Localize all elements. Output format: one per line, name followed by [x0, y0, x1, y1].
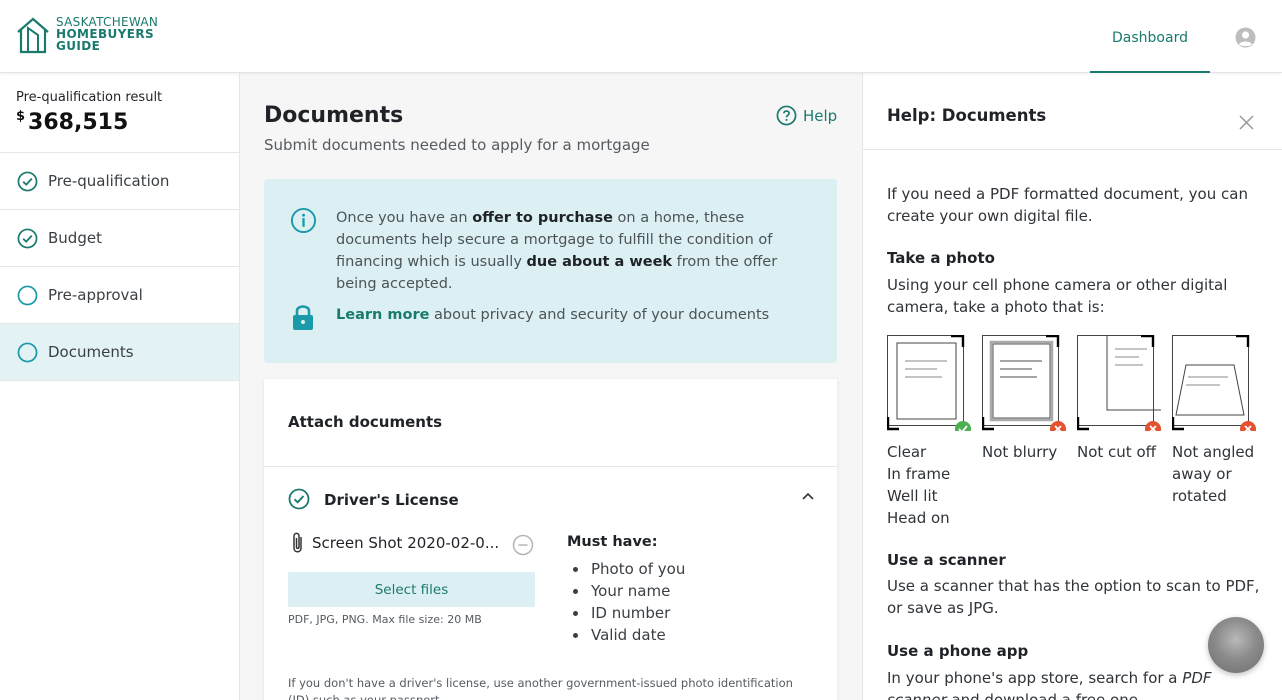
info-callout: Once you have an offer to purchase on a …: [264, 179, 837, 363]
photo-example-cut-off: [1076, 329, 1163, 437]
app-text-part: and download a free one.: [946, 691, 1143, 700]
nav-dashboard-tab[interactable]: Dashboard: [1090, 0, 1210, 73]
document-title: Driver's License: [324, 491, 459, 509]
sidebar-item-budget[interactable]: Budget: [0, 210, 239, 267]
app-text: In your phone's app store, search for a …: [887, 667, 1267, 700]
lock-icon: [293, 305, 313, 330]
info-text: Once you have an offer to purchase on a …: [336, 207, 796, 295]
example-label-line: rotated: [1172, 487, 1227, 505]
example-label-line: away or: [1172, 465, 1232, 483]
file-name: Screen Shot 2020-02-0...: [312, 534, 500, 552]
example-label-line: Head on: [887, 509, 950, 527]
user-circle-icon[interactable]: [1235, 27, 1256, 48]
chevron-up-icon[interactable]: [801, 489, 815, 503]
info-icon: [290, 207, 317, 234]
progress-sidebar: Pre-qualification result $368,515 Pre-qu…: [0, 73, 240, 700]
help-label: Help: [803, 106, 838, 125]
example-label-clear: Clear In frame Well lit Head on: [887, 441, 950, 529]
list-item: ID number: [567, 602, 685, 624]
empty-circle-icon: [17, 342, 38, 362]
select-files-button[interactable]: Select files: [288, 572, 535, 607]
prequal-result: Pre-qualification result $368,515: [0, 73, 239, 153]
top-header: SASKATCHEWAN HOMEBUYERS GUIDE Dashboard: [0, 0, 1282, 73]
close-icon[interactable]: [1239, 115, 1254, 130]
prequal-amount-value: 368,515: [28, 110, 129, 135]
file-hint: PDF, JPG, PNG. Max file size: 20 MB: [288, 613, 482, 626]
sidebar-item-label: Budget: [48, 229, 102, 247]
sidebar-item-pre-approval[interactable]: Pre-approval: [0, 267, 239, 324]
page-subtitle: Submit documents needed to apply for a m…: [264, 136, 650, 154]
divider: [264, 466, 837, 467]
must-have-title: Must have:: [567, 534, 658, 550]
house-logo-icon: [17, 17, 49, 54]
help-circle-icon: [776, 105, 797, 126]
learn-more-link[interactable]: Learn more: [336, 307, 429, 323]
example-label-cut-off: Not cut off: [1077, 441, 1156, 463]
info-text-bold: offer to purchase: [472, 210, 613, 226]
privacy-rest: about privacy and security of your docum…: [429, 307, 770, 323]
example-label-line: Well lit: [887, 487, 938, 505]
attach-documents-card: Attach documents Driver's License Screen…: [264, 379, 837, 700]
divider: [863, 149, 1282, 150]
document-photo-icon: [981, 334, 1066, 437]
sidebar-item-label: Documents: [48, 343, 134, 361]
help-panel: Help: Documents If you need a PDF format…: [862, 73, 1282, 700]
photo-example-angled: [1171, 334, 1256, 437]
prequal-label: Pre-qualification result: [16, 90, 163, 105]
empty-circle-icon: [17, 285, 38, 305]
currency-symbol: $: [16, 109, 26, 124]
info-text-bold: due about a week: [526, 254, 673, 270]
example-label-line: Not cut off: [1077, 443, 1156, 461]
chat-avatar-button[interactable]: [1208, 617, 1264, 673]
sidebar-item-pre-qualification[interactable]: Pre-qualification: [0, 153, 239, 210]
scanner-text: Use a scanner that has the option to sca…: [887, 577, 1260, 617]
list-item: Photo of you: [567, 558, 685, 580]
help-intro: If you need a PDF formatted document, yo…: [887, 185, 1248, 225]
example-label-line: Not blurry: [982, 443, 1058, 461]
page-title: Documents: [264, 103, 404, 128]
must-have-list: Photo of you Your name ID number Valid d…: [567, 558, 685, 646]
example-label-line: Not angled: [1172, 443, 1255, 461]
check-circle-icon: [17, 171, 38, 191]
sidebar-item-documents[interactable]: Documents: [0, 324, 239, 381]
attached-file: Screen Shot 2020-02-0...: [288, 531, 538, 555]
document-photo-icon: [1171, 334, 1256, 437]
sidebar-item-label: Pre-approval: [48, 286, 143, 304]
privacy-text: Learn more about privacy and security of…: [336, 307, 769, 323]
attach-title: Attach documents: [288, 413, 443, 431]
app-heading: Use a phone app: [887, 642, 1029, 660]
example-label-line: Clear: [887, 443, 927, 461]
scanner-heading: Use a scanner: [887, 551, 1006, 569]
prequal-amount: $368,515: [16, 109, 223, 135]
document-photo-icon: [1076, 329, 1163, 437]
check-circle-icon: [288, 488, 310, 510]
list-item: Valid date: [567, 624, 685, 646]
example-label-angled: Not angled away or rotated: [1172, 441, 1254, 507]
example-label-line: In frame: [887, 465, 951, 483]
logo-line-3: GUIDE: [56, 39, 101, 53]
remove-file-icon[interactable]: [512, 534, 534, 556]
list-item: Your name: [567, 580, 685, 602]
app-text-part: In your phone's app store, search for a: [887, 669, 1183, 687]
logo-text: SASKATCHEWAN HOMEBUYERS GUIDE: [56, 16, 158, 52]
help-panel-title: Help: Documents: [887, 106, 1047, 125]
photo-heading: Take a photo: [887, 249, 995, 267]
check-circle-icon: [17, 228, 38, 248]
card-footnote: If you don't have a driver's license, us…: [288, 676, 793, 700]
main-content: Documents Submit documents needed to app…: [240, 73, 862, 700]
help-link[interactable]: Help: [776, 105, 837, 126]
photo-text: Using your cell phone camera or other di…: [887, 276, 1228, 316]
photo-example-blurry: [981, 334, 1066, 437]
info-text-part: Once you have an: [336, 210, 473, 226]
document-photo-icon: [886, 334, 971, 437]
site-logo[interactable]: SASKATCHEWAN HOMEBUYERS GUIDE: [16, 16, 158, 54]
example-label-blurry: Not blurry: [982, 441, 1057, 463]
photo-example-clear: [886, 334, 971, 437]
paperclip-icon: [293, 532, 302, 553]
sidebar-item-label: Pre-qualification: [48, 172, 170, 190]
